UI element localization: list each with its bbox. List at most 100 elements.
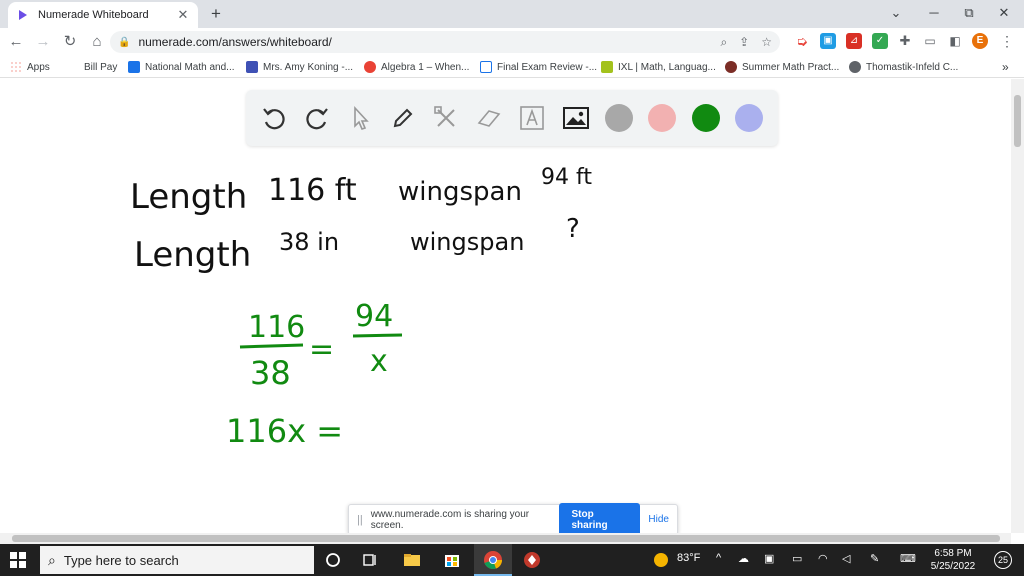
profile-avatar[interactable]: E (972, 33, 988, 49)
bookmark-x-icon (128, 61, 140, 73)
extension-arrow-icon[interactable]: ➭ (794, 33, 810, 49)
bookmark-label: IXL | Math, Languag... (618, 61, 716, 73)
handwriting-fraction2-bar (352, 333, 403, 338)
bookmark-page-icon (480, 61, 492, 73)
bookmark-label: Mrs. Amy Koning -... (263, 61, 354, 73)
share-icon[interactable]: ⇪ (739, 35, 749, 49)
taskbar-search-box[interactable]: ⌕ Type here to search (40, 546, 314, 574)
tab-search-icon[interactable]: ⌄ (880, 3, 912, 23)
bookmarks-overflow-icon[interactable]: » (1002, 59, 1009, 75)
handwriting-fraction1-numerator: 116 (248, 310, 305, 345)
zoom-icon[interactable]: ⌕ (720, 35, 727, 50)
tab-numerade-whiteboard[interactable]: Numerade Whiteboard ✕ (8, 2, 198, 28)
reload-icon[interactable]: ↻ (59, 31, 81, 53)
whiteboard-page[interactable]: Length 116 ft wingspan 94 ft Length 38 i… (0, 79, 1011, 533)
bookmark-bill-pay[interactable]: Bill Pay (84, 59, 117, 75)
bookmarks-bar: Apps Bill Pay National Math and... Mrs. … (0, 56, 1024, 78)
drag-handle-icon[interactable]: || (357, 514, 363, 526)
weather-temperature[interactable]: 83°F (677, 552, 700, 564)
bookmark-doc-icon (246, 61, 258, 73)
lock-icon[interactable]: 🔒 (118, 37, 130, 48)
extension-check-icon[interactable]: ✓ (872, 33, 888, 49)
sidepanel-icon[interactable]: ◧ (947, 33, 963, 49)
keyboard-icon[interactable]: ⌨ (900, 552, 916, 565)
weather-sun-icon[interactable] (652, 551, 670, 569)
handwriting-equals: = (309, 332, 334, 367)
bookmark-apps[interactable]: Apps (10, 59, 50, 75)
extensions-puzzle-icon[interactable]: ✚ (897, 33, 913, 49)
handwriting-fraction1-bar (239, 343, 304, 349)
bookmark-label: Bill Pay (84, 61, 118, 73)
numerade-favicon-icon (19, 10, 27, 20)
cortana-icon[interactable] (323, 550, 343, 570)
task-view-icon[interactable] (360, 550, 380, 570)
bookmark-mrs-amy-koning[interactable]: Mrs. Amy Koning -... (246, 59, 353, 75)
notification-center-badge[interactable]: 25 (994, 551, 1012, 569)
handwriting-question-mark: ? (566, 214, 580, 244)
chrome-taskbar-active[interactable] (474, 544, 512, 576)
url-text[interactable]: numerade.com/answers/whiteboard/ (138, 35, 708, 49)
bookmark-star-icon[interactable]: ☆ (761, 35, 772, 49)
bookmark-globe-icon (364, 61, 376, 73)
bookmark-thomastik-infeld[interactable]: Thomastik-Infeld C... (849, 59, 958, 75)
handwriting-38in: 38 in (279, 228, 339, 256)
app-taskbar-icon[interactable] (522, 550, 542, 570)
vertical-scrollbar[interactable] (1011, 79, 1024, 533)
restore-button[interactable]: ⧉ (953, 3, 985, 23)
back-icon[interactable]: ← (5, 31, 27, 53)
volume-icon[interactable]: ◁ (842, 552, 850, 565)
chrome-icon (484, 551, 502, 570)
bookmark-label: Algebra 1 – When... (381, 61, 470, 73)
handwriting-length-2: Length (134, 235, 251, 275)
screen-sharing-banner: || www.numerade.com is sharing your scre… (348, 502, 678, 533)
file-explorer-icon[interactable] (402, 550, 422, 570)
handwriting-canvas[interactable]: Length 116 ft wingspan 94 ft Length 38 i… (0, 79, 1011, 533)
onedrive-icon[interactable]: ☁ (738, 552, 749, 565)
handwriting-116x-equals: 116x = (226, 412, 343, 450)
bookmark-national-math[interactable]: National Math and... (128, 59, 235, 75)
menu-more-icon[interactable]: ⋮ (999, 33, 1015, 49)
windows-start-icon[interactable] (10, 552, 26, 568)
bookmark-final-exam-review[interactable]: Final Exam Review -... (480, 59, 597, 75)
battery-icon[interactable]: ▭ (792, 552, 802, 565)
microsoft-store-icon[interactable] (442, 550, 462, 570)
clock-time: 6:58 PM (934, 548, 972, 559)
tray-app-icon[interactable]: ▣ (764, 552, 774, 565)
bookmark-label: National Math and... (145, 61, 235, 73)
handwriting-116ft: 116 ft (268, 173, 357, 208)
cast-icon[interactable]: ▭ (922, 33, 938, 49)
stop-sharing-button[interactable]: Stop sharing (559, 502, 641, 533)
horizontal-scroll-thumb[interactable] (12, 535, 1000, 542)
forward-icon[interactable]: → (32, 31, 54, 53)
tab-close-icon[interactable]: ✕ (176, 7, 190, 23)
handwriting-fraction2-numerator: 94 (355, 299, 393, 334)
search-icon: ⌕ (48, 551, 56, 568)
apps-grid-icon (10, 61, 22, 73)
windows-taskbar: ⌕ Type here to search 83°F ^ ☁ ▣ ▭ ◠ ◁ ✎… (0, 544, 1024, 576)
wifi-icon[interactable]: ◠ (818, 552, 828, 565)
handwriting-94ft: 94 ft (541, 165, 592, 190)
tab-title: Numerade Whiteboard (38, 9, 149, 21)
handwriting-wingspan-2: wingspan (410, 228, 524, 256)
sharing-message: www.numerade.com is sharing your screen. (370, 508, 530, 531)
minimize-button[interactable]: ─ (918, 3, 950, 23)
bookmark-label: Final Exam Review -... (497, 61, 598, 73)
bookmark-label: Apps (27, 61, 50, 73)
bookmark-ixl[interactable]: IXL | Math, Languag... (601, 59, 716, 75)
bookmark-algebra-1[interactable]: Algebra 1 – When... (364, 59, 469, 75)
hide-banner-link[interactable]: Hide (648, 514, 669, 525)
handwriting-length-1: Length (130, 177, 247, 217)
vertical-scroll-thumb[interactable] (1014, 95, 1021, 147)
ixl-icon (601, 61, 613, 73)
system-clock[interactable]: 6:58 PM 5/25/2022 (918, 547, 988, 573)
tray-expand-icon[interactable]: ^ (716, 552, 721, 564)
bookmark-summer-math[interactable]: Summer Math Pract... (725, 59, 839, 75)
pen-workspace-icon[interactable]: ✎ (870, 552, 879, 565)
address-bar[interactable]: 🔒 numerade.com/answers/whiteboard/ ⌕ ⇪ ☆ (110, 31, 780, 53)
new-tab-button[interactable]: + (206, 4, 226, 24)
horizontal-scrollbar[interactable] (0, 533, 1011, 544)
extension-pdf-icon[interactable]: ⊿ (846, 33, 862, 49)
home-icon[interactable]: ⌂ (86, 31, 108, 53)
extension-screencastify-icon[interactable]: ▣ (820, 33, 836, 49)
close-window-button[interactable]: ✕ (988, 3, 1020, 23)
